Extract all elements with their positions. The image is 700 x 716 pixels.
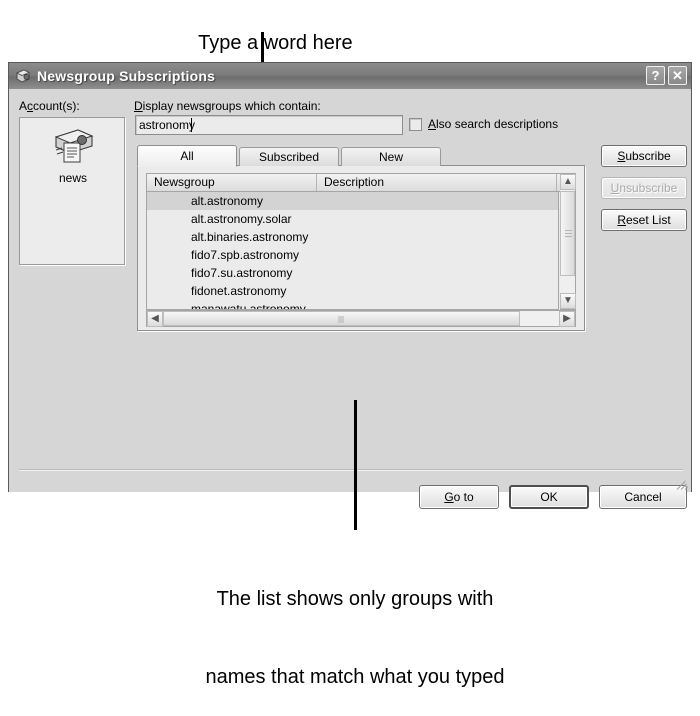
ok-button[interactable]: OK — [509, 485, 589, 509]
filter-label-text: isplay newsgroups which contain: — [142, 99, 321, 113]
dialog-body: Account(s): news Display newsgroups whic… — [9, 89, 691, 509]
go-to-accel: G — [444, 490, 454, 504]
dialog-title: Newsgroup Subscriptions — [37, 68, 216, 84]
newsgroup-icon — [15, 68, 31, 84]
scroll-left-icon[interactable]: ◀ — [147, 310, 163, 327]
scroll-up-icon[interactable]: ▲ — [560, 174, 576, 190]
annotation-bottom-line1: The list shows only groups with — [216, 588, 494, 610]
horizontal-scrollbar[interactable]: ◀ ▶ — [146, 310, 576, 327]
tab-subscribed[interactable]: Subscribed — [239, 147, 339, 166]
newsgroup-list[interactable]: alt.astronomy alt.astronomy.solar alt.bi… — [146, 192, 559, 310]
table-row[interactable]: fido7.su.astronomy — [147, 264, 558, 282]
annotation-top-text: Type a word here — [198, 32, 353, 54]
text-caret — [191, 118, 192, 132]
reset-list-label: eset List — [625, 213, 671, 227]
accounts-label-accel: c — [27, 99, 34, 113]
also-search-label: Also search descriptions — [428, 117, 558, 131]
news-server-icon — [50, 129, 96, 170]
dialog-titlebar: Newsgroup Subscriptions ? ✕ — [9, 63, 691, 89]
cancel-button[interactable]: Cancel — [599, 485, 687, 509]
table-row[interactable]: manawatu.astronomy — [147, 300, 558, 309]
annotation-bottom-line2: names that match what you typed — [205, 666, 505, 688]
column-header-newsgroup[interactable]: Newsgroup — [147, 174, 317, 191]
close-button[interactable]: ✕ — [668, 66, 687, 85]
filter-label-accel: D — [134, 99, 143, 113]
table-row[interactable]: fidonet.astronomy — [147, 282, 558, 300]
tab-all[interactable]: All — [137, 145, 237, 167]
search-input[interactable] — [135, 115, 403, 135]
scrollbar-grip-icon — [565, 230, 572, 239]
subscribe-label: ubscribe — [625, 149, 671, 163]
account-name: news — [58, 171, 87, 185]
table-row[interactable]: fido7.spb.astronomy — [147, 246, 558, 264]
resize-grip-icon[interactable] — [676, 478, 689, 490]
checkbox-box[interactable] — [409, 117, 422, 131]
reset-list-button[interactable]: Reset List — [601, 209, 687, 231]
vertical-scrollbar[interactable]: ▲ ▼ — [560, 173, 576, 310]
table-row[interactable]: alt.astronomy.solar — [147, 210, 558, 228]
tab-new[interactable]: New — [341, 147, 441, 166]
annotation-bottom: The list shows only groups with names th… — [55, 534, 655, 716]
also-search-text: lso search descriptions — [436, 117, 559, 131]
annotation-top: Type a word here — [0, 4, 540, 56]
reset-list-accel: R — [617, 213, 626, 227]
tab-strip: All Subscribed New — [137, 145, 443, 167]
account-item-news[interactable]: news — [20, 126, 126, 185]
go-to-label: o to — [453, 490, 474, 504]
help-button[interactable]: ? — [646, 66, 665, 85]
table-row[interactable]: alt.astronomy — [147, 192, 558, 210]
unsubscribe-button: Unsubscribe — [601, 177, 687, 199]
newsgroup-subscriptions-dialog: Newsgroup Subscriptions ? ✕ Account(s): — [8, 62, 692, 509]
accounts-label: Account(s): — [19, 99, 80, 113]
table-row[interactable]: alt.binaries.astronomy — [147, 228, 558, 246]
unsubscribe-accel: U — [610, 181, 620, 195]
filter-label: Display newsgroups which contain: — [134, 99, 321, 113]
also-search-accel: A — [428, 117, 437, 131]
vertical-scrollbar-thumb[interactable] — [560, 191, 575, 276]
also-search-descriptions-checkbox[interactable]: Also search descriptions — [409, 117, 558, 131]
go-to-button[interactable]: Go to — [419, 485, 499, 509]
leader-line-bottom — [354, 400, 357, 530]
titlebar-buttons: ? ✕ — [646, 66, 687, 85]
column-header-description[interactable]: Description — [317, 174, 557, 191]
horizontal-scrollbar-thumb[interactable] — [163, 311, 520, 326]
accounts-listbox[interactable]: news — [19, 117, 125, 265]
unsubscribe-label: nsubscribe — [619, 181, 678, 195]
scroll-down-icon[interactable]: ▼ — [560, 293, 576, 309]
list-column-headers: Newsgroup Description — [146, 173, 576, 192]
subscribe-button[interactable]: Subscribe — [601, 145, 687, 167]
scrollbar-grip-icon — [338, 316, 345, 323]
scroll-right-icon[interactable]: ▶ — [559, 310, 575, 327]
footer-separator — [19, 469, 683, 471]
